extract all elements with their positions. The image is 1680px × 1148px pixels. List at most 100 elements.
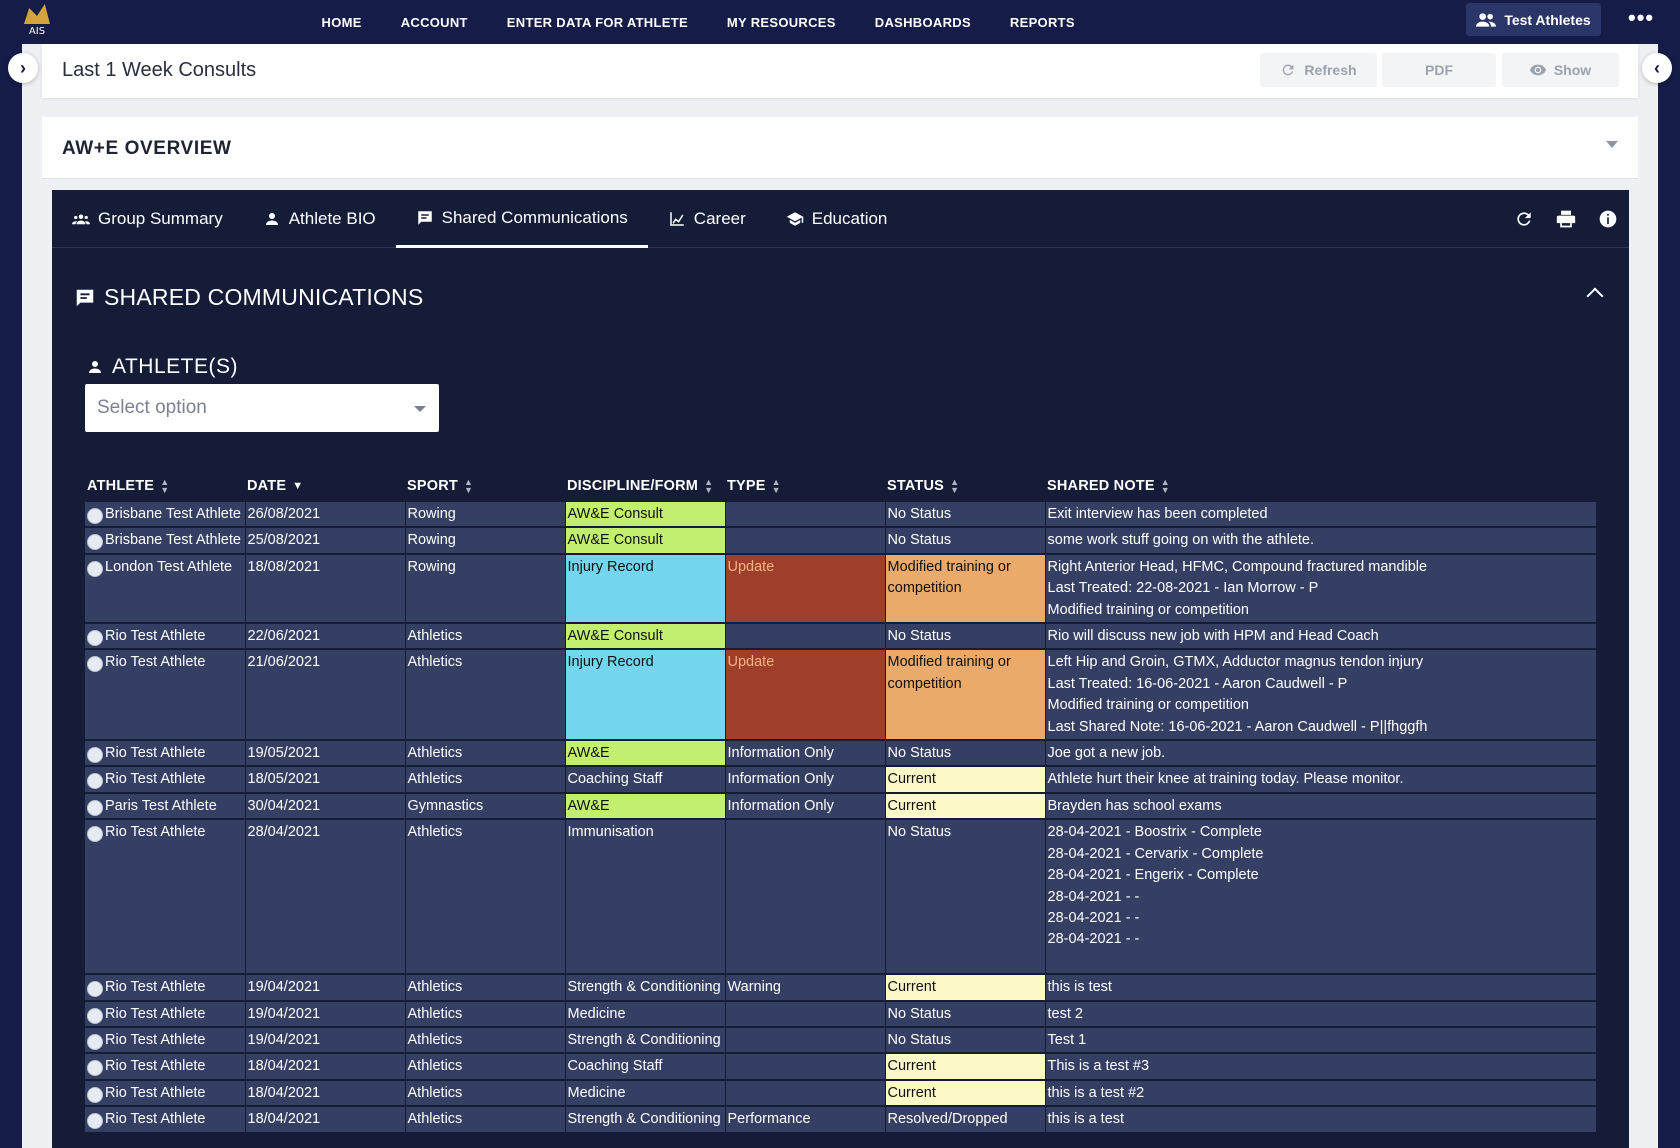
chevron-up-icon[interactable] xyxy=(1586,287,1604,305)
table-row[interactable]: Rio Test Athlete 18/04/2021 Athletics Medic… xyxy=(85,1079,1597,1108)
athlete-select[interactable]: Select option xyxy=(85,384,439,432)
cell-athlete[interactable]: Rio Test Athlete xyxy=(85,1106,246,1134)
cell-type xyxy=(725,1000,886,1028)
cell-sport: Rowing xyxy=(405,527,566,555)
note-line: Last Treated: 22-08-2021 - Ian Morrow - … xyxy=(1047,580,1319,597)
avatar xyxy=(87,1086,103,1103)
chevron-down-icon[interactable] xyxy=(1606,141,1618,148)
note-line: 28-04-2021 - - xyxy=(1047,888,1140,905)
cell-shared-note: 28-04-2021 - Boostrix - Complete 28-04-20… xyxy=(1045,819,1597,976)
cell-athlete[interactable]: Rio Test Athlete xyxy=(85,766,246,794)
sort-icon: ▲ ▼ xyxy=(463,477,474,496)
table-row[interactable]: Rio Test Athlete 19/05/2021 Athletics AW&E I… xyxy=(85,740,1597,768)
expand-left-icon[interactable]: › xyxy=(8,53,38,83)
table-row[interactable]: Rio Test Athlete 18/04/2021 Athletics Coach… xyxy=(85,1053,1597,1081)
reload-icon[interactable] xyxy=(1513,208,1535,230)
col-date[interactable]: DATE ▼ xyxy=(245,470,405,502)
nav-home[interactable]: HOME xyxy=(302,15,381,30)
cell-type: Performance xyxy=(725,1106,886,1134)
cell-date: 18/05/2021 xyxy=(245,766,406,794)
col-athlete[interactable]: ATHLETE ▲ ▼ xyxy=(85,470,245,502)
show-button[interactable]: Show xyxy=(1502,53,1619,87)
note-line: this is a test #2 xyxy=(1047,1084,1145,1101)
cell-athlete[interactable]: Rio Test Athlete xyxy=(85,1053,246,1081)
cell-athlete[interactable]: Rio Test Athlete xyxy=(85,623,246,651)
cell-date: 18/04/2021 xyxy=(245,1079,406,1108)
cell-sport: Athletics xyxy=(405,1053,566,1081)
cell-status: No Status xyxy=(885,740,1046,768)
tab-group-summary[interactable]: Group Summary xyxy=(52,190,243,248)
col-shared-note[interactable]: SHARED NOTE ▲ ▼ xyxy=(1045,470,1596,502)
cell-athlete[interactable]: Rio Test Athlete xyxy=(85,740,246,768)
section-title-text: SHARED COMMUNICATIONS xyxy=(104,284,424,310)
table-row[interactable]: Rio Test Athlete 19/04/2021 Athletics Medic… xyxy=(85,1000,1597,1028)
table-row[interactable]: Rio Test Athlete 18/04/2021 Athletics Stren… xyxy=(85,1106,1597,1134)
table-row[interactable]: Paris Test Athlete 30/04/2021 Gymnastics AW… xyxy=(85,792,1597,821)
cell-discipline: Medicine xyxy=(565,1000,726,1028)
cell-athlete[interactable]: Rio Test Athlete xyxy=(85,1000,246,1028)
tab-athlete-bio[interactable]: Athlete BIO xyxy=(243,190,396,248)
cell-shared-note: Joe got a new job. xyxy=(1045,740,1597,768)
cell-status: No Status xyxy=(885,527,1046,555)
cell-athlete[interactable]: Rio Test Athlete xyxy=(85,819,246,976)
nav-dashboards[interactable]: DASHBOARDS xyxy=(855,15,990,30)
cell-athlete[interactable]: Rio Test Athlete xyxy=(85,974,246,1002)
avatar xyxy=(87,1033,103,1050)
athlete-name: Rio Test Athlete xyxy=(105,979,206,996)
cell-athlete[interactable]: Rio Test Athlete xyxy=(85,649,246,742)
table-row[interactable]: Rio Test Athlete 18/05/2021 Athletics Coach… xyxy=(85,766,1597,794)
table-row[interactable]: Rio Test Athlete 28/04/2021 Athletics Immun… xyxy=(85,819,1597,976)
overview-title: AW+E OVERVIEW xyxy=(62,138,232,159)
cell-status: No Status xyxy=(885,819,1046,976)
col-discipline[interactable]: DISCIPLINE/FORM ▲ ▼ xyxy=(565,470,725,502)
refresh-button[interactable]: Refresh xyxy=(1260,53,1377,87)
cell-athlete[interactable]: Brisbane Test Athlete xyxy=(85,502,246,529)
col-type[interactable]: TYPE ▲ ▼ xyxy=(725,470,885,502)
col-sport[interactable]: SPORT ▲ ▼ xyxy=(405,470,565,502)
cell-type: Information Only xyxy=(725,766,886,794)
cell-athlete[interactable]: London Test Athlete xyxy=(85,553,246,625)
cell-athlete[interactable]: Brisbane Test Athlete xyxy=(85,527,246,555)
note-line xyxy=(1048,951,1594,972)
cell-athlete[interactable]: Rio Test Athlete xyxy=(85,1079,246,1108)
table-row[interactable]: Rio Test Athlete 19/04/2021 Athletics Stren… xyxy=(85,1026,1597,1055)
note-line: Modified training or competition xyxy=(1047,697,1250,714)
cell-date: 22/06/2021 xyxy=(245,623,406,651)
table-row[interactable]: London Test Athlete 18/08/2021 Rowing Injur… xyxy=(85,553,1597,625)
cell-athlete[interactable]: Paris Test Athlete xyxy=(85,792,246,821)
tab-shared-communications[interactable]: Shared Communications xyxy=(395,190,648,248)
overview-card[interactable]: AW+E OVERVIEW xyxy=(42,117,1638,179)
table-row[interactable]: Rio Test Athlete 21/06/2021 Athletics Injur… xyxy=(85,649,1597,742)
col-status[interactable]: STATUS ▲ ▼ xyxy=(885,470,1045,502)
note-line: 28-04-2021 - - xyxy=(1047,931,1140,948)
note-line: Last Treated: 16-06-2021 - Aaron Caudwel… xyxy=(1047,675,1348,692)
tab-education[interactable]: Education xyxy=(766,190,908,248)
cell-discipline: AW&E xyxy=(565,792,726,821)
expand-right-icon[interactable]: ‹ xyxy=(1642,53,1672,83)
nav-reports[interactable]: REPORTS xyxy=(990,15,1094,30)
note-line: test 2 xyxy=(1047,1005,1083,1022)
more-menu-icon[interactable]: ••• xyxy=(1628,7,1654,29)
table-row[interactable]: Brisbane Test Athlete 25/08/2021 Rowing AW&… xyxy=(85,527,1597,555)
athlete-name: Brisbane Test Athlete xyxy=(105,506,241,522)
nav-account[interactable]: ACCOUNT xyxy=(381,15,487,30)
print-icon[interactable] xyxy=(1555,208,1577,230)
nav-my-resources[interactable]: MY RESOURCES xyxy=(707,15,855,30)
table-row[interactable]: Rio Test Athlete 19/04/2021 Athletics Stren… xyxy=(85,974,1597,1002)
ais-logo[interactable]: AIS xyxy=(22,4,52,40)
note-line: Last Shared Note: 16-06-2021 - Aaron Cau… xyxy=(1047,718,1428,735)
tab-career[interactable]: Career xyxy=(648,190,766,248)
cell-status: Resolved/Dropped xyxy=(885,1106,1046,1134)
note-line: Modified training or competition xyxy=(1047,601,1250,618)
nav-enter-data[interactable]: ENTER DATA FOR ATHLETE xyxy=(487,15,707,30)
note-line: Left Hip and Groin, GTMX, Adductor magnu… xyxy=(1047,654,1424,671)
pdf-button[interactable]: PDF xyxy=(1382,53,1496,87)
tab-label: Athlete BIO xyxy=(288,209,376,228)
table-row[interactable]: Brisbane Test Athlete 26/08/2021 Rowing AW&… xyxy=(85,502,1597,529)
athlete-name: Rio Test Athlete xyxy=(105,654,206,671)
note-line: Joe got a new job. xyxy=(1047,745,1166,762)
cell-athlete[interactable]: Rio Test Athlete xyxy=(85,1026,246,1055)
info-icon[interactable] xyxy=(1597,208,1619,230)
table-row[interactable]: Rio Test Athlete 22/06/2021 Athletics AW&E … xyxy=(85,623,1597,651)
account-switch-button[interactable]: Test Athletes xyxy=(1466,3,1601,36)
